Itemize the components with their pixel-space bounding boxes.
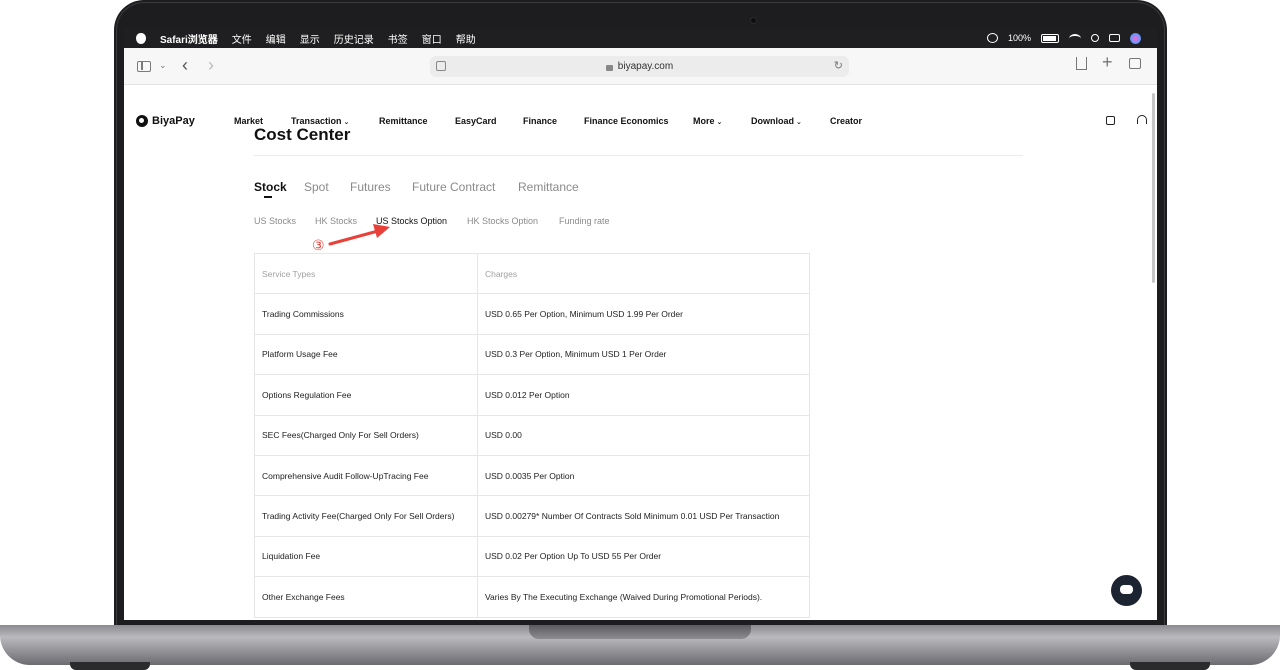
screen: Safari浏览器 文件 编辑 显示 历史记录 书签 窗口 帮助 100% ⌄ … [124, 28, 1157, 620]
charge-cell: USD 0.02 Per Option Up To USD 55 Per Ord… [477, 535, 810, 578]
title-divider [254, 155, 1023, 156]
reload-icon[interactable]: ↻ [834, 59, 843, 72]
wifi-icon[interactable] [1069, 33, 1081, 43]
laptop-notch [529, 625, 751, 639]
service-type-cell: SEC Fees(Charged Only For Sell Orders) [254, 414, 478, 456]
tab-spot[interactable]: Spot [304, 180, 329, 194]
column-header-service-types: Service Types [254, 252, 478, 295]
table-row: Trading Activity Fee(Charged Only For Se… [254, 495, 810, 537]
subtab-hk-stocks-option[interactable]: HK Stocks Option [467, 216, 538, 226]
charge-cell: USD 0.00 [477, 414, 810, 456]
table-row: Comprehensive Audit Follow-UpTracing Fee… [254, 454, 810, 497]
nav-more[interactable]: More ⌄ [693, 116, 722, 126]
menubar-item-safari[interactable]: Safari浏览器 [160, 31, 218, 46]
table-row: Options Regulation Fee USD 0.012 Per Opt… [254, 374, 810, 416]
menubar-item-view[interactable]: 显示 [300, 31, 320, 46]
headset-support-icon[interactable] [1137, 115, 1147, 124]
wallet-icon[interactable] [1106, 116, 1115, 125]
active-tab-indicator [264, 196, 272, 198]
camera-icon [750, 17, 757, 24]
menubar-status-area: 100% [986, 32, 1141, 44]
service-type-cell: Comprehensive Audit Follow-UpTracing Fee [254, 454, 478, 497]
forward-icon[interactable]: › [208, 55, 214, 76]
tab-future-contract[interactable]: Future Contract [412, 180, 495, 194]
new-tab-icon[interactable]: + [1102, 52, 1113, 73]
service-type-cell: Trading Commissions [254, 293, 478, 335]
service-type-cell: Trading Activity Fee(Charged Only For Se… [254, 495, 478, 537]
service-type-cell: Liquidation Fee [254, 535, 478, 578]
step-annotation-number: ③ [312, 237, 325, 253]
annotation-arrow-icon [328, 224, 390, 246]
menubar-item-edit[interactable]: 编辑 [266, 31, 286, 46]
laptop-foot-right [1130, 662, 1210, 670]
nav-creator[interactable]: Creator [830, 116, 862, 126]
nav-download[interactable]: Download ⌄ [751, 116, 802, 126]
table-row: Trading Commissions USD 0.65 Per Option,… [254, 293, 810, 335]
laptop-foot-left [70, 662, 150, 670]
nav-remittance[interactable]: Remittance [379, 116, 428, 126]
biyapay-logo-icon [136, 115, 148, 127]
tab-futures[interactable]: Futures [350, 180, 391, 194]
charge-cell: Varies By The Executing Exchange (Waived… [477, 576, 810, 618]
tab-stock[interactable]: Stock [254, 180, 287, 194]
control-center-icon[interactable] [1109, 34, 1120, 42]
logo-text: BiyaPay [152, 115, 195, 127]
menubar-item-help[interactable]: 帮助 [456, 31, 476, 46]
share-icon[interactable] [1076, 57, 1087, 70]
siri-icon[interactable] [1130, 32, 1141, 44]
battery-icon[interactable] [1041, 33, 1059, 43]
safari-toolbar: ⌄ ‹ › biyapay.com ↻ + [124, 48, 1157, 85]
service-type-cell: Options Regulation Fee [254, 374, 478, 416]
table-row: Liquidation Fee USD 0.02 Per Option Up T… [254, 535, 810, 578]
chevron-down-icon: ⌄ [716, 119, 723, 126]
table-row: SEC Fees(Charged Only For Sell Orders) U… [254, 414, 810, 456]
table-row: Other Exchange Fees Varies By The Execut… [254, 576, 810, 618]
chevron-down-icon[interactable]: ⌄ [159, 60, 167, 71]
battery-percent: 100% [1007, 33, 1031, 43]
menubar-items: Safari浏览器 文件 编辑 显示 历史记录 书签 窗口 帮助 [160, 31, 476, 46]
charge-cell: USD 0.65 Per Option, Minimum USD 1.99 Pe… [477, 293, 810, 335]
tab-remittance[interactable]: Remittance [518, 180, 579, 194]
column-header-charges: Charges [477, 252, 810, 295]
charge-cell: USD 0.00279* Number Of Contracts Sold Mi… [477, 495, 810, 537]
subtab-funding-rate[interactable]: Funding rate [559, 216, 610, 226]
menubar-item-bookmarks[interactable]: 书签 [388, 31, 408, 46]
spotlight-search-icon[interactable] [1091, 34, 1099, 42]
chevron-down-icon: ⌄ [796, 119, 802, 126]
chat-support-button[interactable] [1111, 575, 1142, 606]
subtab-us-stocks[interactable]: US Stocks [254, 216, 296, 226]
menubar-item-history[interactable]: 历史记录 [334, 31, 374, 46]
tab-overview-icon[interactable] [1129, 58, 1141, 69]
macos-menubar: Safari浏览器 文件 编辑 显示 历史记录 书签 窗口 帮助 100% [124, 28, 1157, 48]
lock-icon [605, 64, 613, 71]
nav-finance-economics[interactable]: Finance Economics [584, 116, 669, 126]
page-menu-icon[interactable] [436, 61, 446, 71]
charge-cell: USD 0.012 Per Option [477, 374, 810, 416]
table-header-row: Service Types Charges [254, 252, 810, 295]
table-row: Platform Usage Fee USD 0.3 Per Option, M… [254, 333, 810, 376]
charge-cell: USD 0.0035 Per Option [477, 454, 810, 497]
web-page: BiyaPay Market Transaction ⌄ Remittance E… [124, 85, 1157, 620]
service-type-cell: Platform Usage Fee [254, 333, 478, 376]
menubar-item-window[interactable]: 窗口 [422, 31, 442, 46]
apple-logo-icon[interactable] [136, 32, 146, 44]
user-icon[interactable] [986, 33, 998, 43]
nav-finance[interactable]: Finance [523, 116, 557, 126]
site-logo[interactable]: BiyaPay [136, 115, 195, 127]
nav-easycard[interactable]: EasyCard [455, 116, 497, 126]
back-icon[interactable]: ‹ [182, 55, 188, 76]
service-type-cell: Other Exchange Fees [254, 576, 478, 618]
address-bar[interactable]: biyapay.com ↻ [430, 56, 849, 77]
fee-table: Service Types Charges Trading Commission… [254, 252, 810, 618]
page-title: Cost Center [254, 125, 351, 144]
charge-cell: USD 0.3 Per Option, Minimum USD 1 Per Or… [477, 333, 810, 376]
sidebar-toggle-icon[interactable] [137, 61, 151, 72]
menubar-item-file[interactable]: 文件 [232, 31, 252, 46]
url-text[interactable]: biyapay.com [618, 61, 673, 72]
